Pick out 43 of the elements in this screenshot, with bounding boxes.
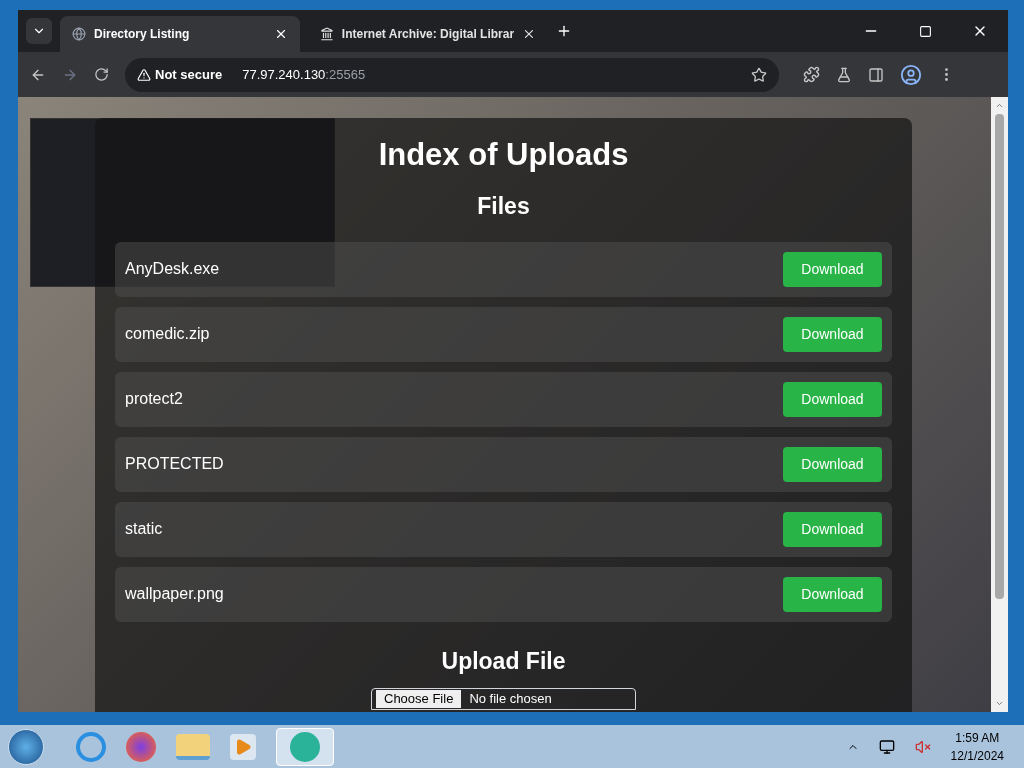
browser-tab[interactable]: Internet Archive: Digital Librar (308, 16, 548, 52)
url-port: :25565 (325, 65, 366, 84)
address-bar[interactable]: Not secure 77.97.240.130:25565 (125, 57, 779, 92)
close-tab-icon[interactable] (522, 27, 536, 41)
file-name: wallpaper.png (125, 584, 224, 604)
museum-icon (320, 27, 334, 41)
muted-speaker-icon[interactable] (914, 738, 931, 755)
clock-time: 1:59 AM (955, 729, 1000, 747)
start-button[interactable] (8, 728, 44, 765)
file-name: static (125, 519, 163, 539)
new-tab-icon[interactable] (556, 23, 572, 39)
page-title: Index of Uploads (378, 136, 629, 174)
file-name: AnyDesk.exe (125, 259, 220, 279)
file-input[interactable]: Choose File No file chosen (371, 688, 636, 710)
tab-list-button[interactable] (26, 18, 52, 44)
scrollbar[interactable] (991, 97, 1008, 712)
url-host: 77.97.240.130 (242, 65, 326, 84)
reload-icon[interactable] (94, 67, 109, 82)
choose-file-button[interactable]: Choose File (376, 690, 462, 708)
security-chip[interactable]: Not secure (137, 64, 223, 85)
clock-date: 12/1/2024 (950, 747, 1004, 765)
close-tab-icon[interactable] (274, 27, 288, 41)
flask-icon[interactable] (836, 66, 852, 83)
file-name: comedic.zip (125, 324, 210, 344)
extensions-icon[interactable] (803, 66, 820, 83)
maximize-icon[interactable] (919, 24, 932, 38)
profile-icon[interactable] (900, 63, 922, 86)
files-heading: Files (477, 192, 530, 221)
browser-tab[interactable]: Directory Listing (60, 16, 300, 52)
tab-title: Internet Archive: Digital Librar (341, 26, 515, 43)
app-taskbar-button[interactable] (276, 727, 334, 766)
file-name: protect2 (125, 389, 183, 409)
scroll-down-icon[interactable] (995, 699, 1004, 708)
side-panel-icon[interactable] (868, 66, 884, 83)
file-status: No file chosen (469, 690, 552, 709)
network-icon[interactable] (878, 738, 895, 755)
warning-icon (137, 67, 151, 82)
globe-icon (72, 27, 86, 41)
file-name: PROTECTED (125, 454, 224, 474)
upload-heading: Upload File (441, 646, 566, 676)
scroll-up-icon[interactable] (995, 101, 1004, 110)
tab-title: Directory Listing (94, 26, 191, 43)
bookmark-star-icon[interactable] (751, 66, 767, 83)
